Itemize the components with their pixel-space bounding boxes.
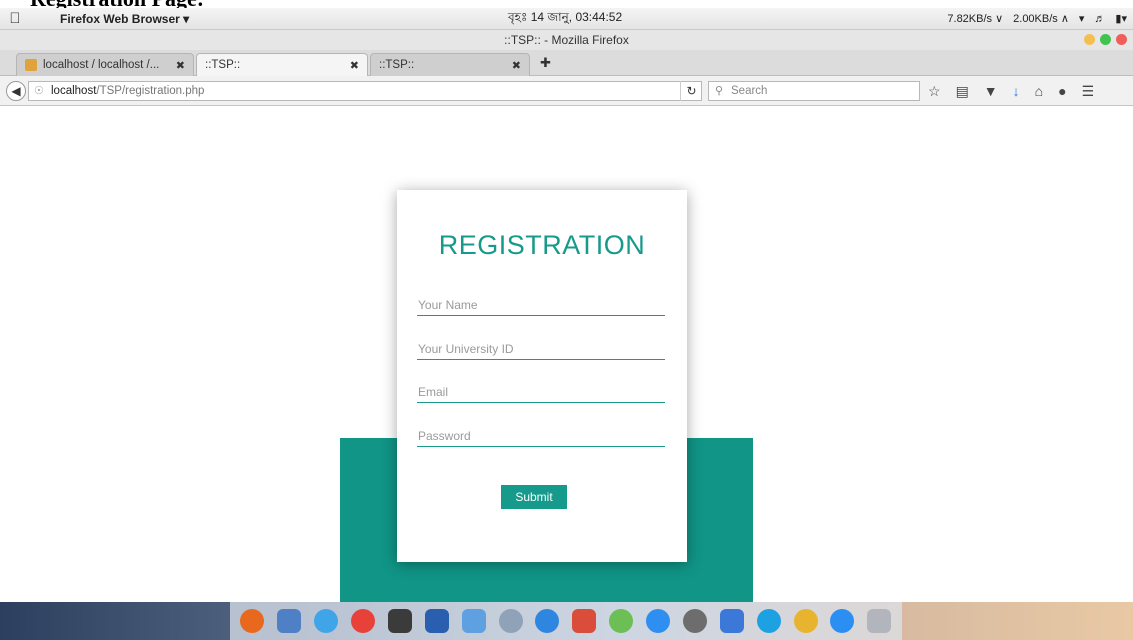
word-icon[interactable] (424, 609, 449, 633)
password-field[interactable] (417, 425, 665, 447)
url-path: /TSP/registration.php (96, 85, 205, 97)
launchpad-icon[interactable] (867, 609, 892, 633)
maps-icon[interactable] (609, 609, 634, 633)
email-field[interactable] (417, 381, 665, 403)
firefox-icon[interactable] (240, 609, 265, 633)
bluetooth-icon[interactable] (719, 609, 744, 633)
app-store-icon[interactable] (535, 609, 560, 633)
close-window-button[interactable] (1116, 34, 1127, 45)
volume-icon[interactable]: ♬ (1094, 13, 1105, 25)
close-tab-icon[interactable]: ✖ (176, 59, 185, 72)
document-caption: Registration Page: (0, 0, 1133, 8)
tab-phpmyadmin[interactable]: localhost / localhost /... ✖ (16, 53, 194, 76)
university-id-field[interactable] (417, 338, 665, 360)
tab-label: ::TSP:: (379, 59, 415, 71)
search-input[interactable]: ⚲ Search (708, 81, 920, 101)
search-icon: ⚲ (715, 85, 724, 97)
window-controls (1084, 34, 1127, 45)
net-up-rate: 2.00KB/s ∧ (1013, 13, 1069, 25)
finder-icon[interactable] (461, 609, 486, 633)
form-title: REGISTRATION (438, 230, 646, 260)
site-info-icon[interactable]: ☉ (34, 82, 44, 100)
chat-icon[interactable]: ● (1058, 83, 1066, 100)
clock: বৃহঃ 14 জানু, 03:44:52 (508, 9, 623, 24)
window-title: ::TSP:: - Mozilla Firefox (504, 33, 629, 47)
search-placeholder: Search (731, 85, 768, 97)
disk-icon[interactable] (682, 609, 707, 633)
os-menubar:  Firefox Web Browser ▾ বৃহঃ 14 জানু, 03… (0, 8, 1133, 30)
chrome-icon[interactable] (793, 609, 818, 633)
skype-icon[interactable] (756, 609, 781, 633)
net-down-rate: 7.82KB/s ∨ (947, 13, 1004, 25)
music-icon[interactable] (351, 609, 376, 633)
page-content: REGISTRATION Submit (0, 106, 1133, 608)
new-tab-icon[interactable]: ✚ (540, 55, 551, 71)
battery-icon[interactable]: ▮▾ (1115, 12, 1127, 25)
messages-icon[interactable] (314, 609, 339, 633)
image-viewer-icon[interactable] (277, 609, 302, 633)
tab-tsp[interactable]: ::TSP:: ✖ (370, 53, 530, 76)
window-titlebar: ::TSP:: - Mozilla Firefox (0, 30, 1133, 50)
toolbar-icons: ☆ ▤ ▼ ↓ ⌂ ● ☰ (928, 83, 1094, 100)
dock (230, 602, 902, 640)
url-host: localhost (51, 85, 97, 97)
navigation-bar: ◀ ☉ localhost/TSP/registration.php ↻ ⚲ S… (0, 76, 1133, 106)
minimize-button[interactable] (1084, 34, 1095, 45)
wifi-icon[interactable]: ▾ (1079, 12, 1085, 25)
settings-icon[interactable] (498, 609, 523, 633)
close-tab-icon[interactable]: ✖ (512, 59, 521, 72)
camera-icon[interactable] (387, 609, 412, 633)
apple-icon[interactable]:  (0, 10, 30, 27)
url-bar[interactable]: ☉ localhost/TSP/registration.php (28, 81, 702, 101)
reload-icon[interactable]: ↻ (680, 81, 702, 101)
photos-icon[interactable] (572, 609, 597, 633)
home-icon[interactable]: ⌂ (1035, 83, 1043, 100)
download-icon[interactable]: ↓ (1013, 83, 1020, 100)
system-tray: 7.82KB/s ∨ 2.00KB/s ∧ ▾ ♬ ▮▾ (947, 12, 1127, 26)
submit-button[interactable]: Submit (501, 485, 567, 509)
registration-card: REGISTRATION Submit (397, 190, 687, 562)
name-field[interactable] (417, 294, 665, 316)
menu-icon[interactable]: ☰ (1082, 83, 1095, 100)
tab-label: ::TSP:: (205, 59, 241, 71)
close-tab-icon[interactable]: ✖ (350, 59, 359, 72)
messenger-icon[interactable] (646, 609, 671, 633)
phpmyadmin-favicon-icon (25, 59, 37, 71)
tab-strip: localhost / localhost /... ✖ ::TSP:: ✖ :… (0, 50, 1133, 76)
bookmark-star-icon[interactable]: ☆ (928, 83, 941, 100)
reading-list-icon[interactable]: ▤ (956, 83, 969, 100)
maximize-button[interactable] (1100, 34, 1111, 45)
tab-tsp-active[interactable]: ::TSP:: ✖ (196, 53, 368, 76)
back-arrow-icon[interactable]: ◀ (6, 81, 26, 101)
pocket-icon[interactable]: ▼ (984, 83, 998, 100)
messenger-alt-icon[interactable] (830, 609, 855, 633)
app-menu[interactable]: Firefox Web Browser ▾ (60, 12, 189, 26)
tab-label: localhost / localhost /... (43, 59, 160, 71)
